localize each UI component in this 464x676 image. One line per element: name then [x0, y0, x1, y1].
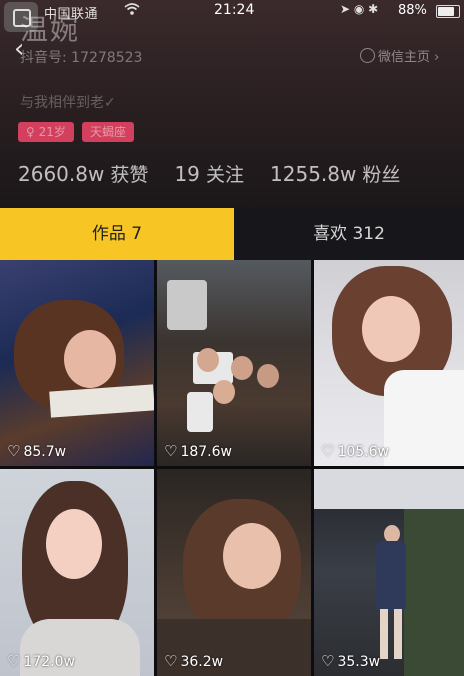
- video-thumbnail[interactable]: ♡ 85.7w: [0, 260, 154, 466]
- video-like-count: ♡ 105.6w: [321, 442, 389, 460]
- like-count-label: 187.6w: [180, 444, 232, 460]
- video-like-count: ♡ 172.0w: [7, 652, 75, 670]
- heart-icon: ♡: [164, 652, 178, 670]
- like-count-label: 35.3w: [337, 654, 381, 670]
- wifi-icon: [124, 2, 140, 20]
- video-thumbnail[interactable]: ♡ 187.6w: [157, 260, 311, 466]
- video-thumbnail[interactable]: ♡ 172.0w: [0, 469, 154, 676]
- douyin-id: 抖音号: 17278523: [20, 50, 143, 66]
- profile-tabs: 作品 7 喜欢 312: [0, 208, 464, 260]
- heart-icon: ♡: [7, 442, 21, 460]
- heart-icon: ♡: [321, 442, 335, 460]
- profile-signature: 与我相伴到老✓: [20, 95, 116, 111]
- like-count-label: 85.7w: [23, 444, 67, 460]
- profile-screen: 中国联通 21:24 ➤ ◉ ✱ 88% 温婉 ‹ 抖音号: 17278523 …: [0, 0, 464, 676]
- video-thumbnail[interactable]: ♡ 35.3w: [314, 469, 464, 676]
- heart-icon: ♡: [321, 652, 335, 670]
- stat-label: 粉丝: [362, 164, 401, 186]
- gender-age-tag: ♀ 21岁: [18, 122, 74, 142]
- video-like-count: ♡ 36.2w: [164, 652, 223, 670]
- video-like-count: ♡ 187.6w: [164, 442, 232, 460]
- profile-header: 中国联通 21:24 ➤ ◉ ✱ 88% 温婉 ‹ 抖音号: 17278523 …: [0, 0, 464, 208]
- battery-percent: 88%: [398, 3, 427, 18]
- like-count-label: 36.2w: [180, 654, 224, 670]
- zodiac-tag: 天蝎座: [82, 122, 135, 142]
- stat-value: 19: [174, 162, 200, 186]
- video-grid: ♡ 85.7w ♡ 187.6w ♡ 105.6w ♡ 172.0w ♡ 36.…: [0, 260, 464, 676]
- tab-likes[interactable]: 喜欢 312: [234, 208, 464, 260]
- like-count-label: 105.6w: [337, 444, 389, 460]
- following-stat[interactable]: 19 关注: [174, 162, 244, 186]
- likes-received-stat[interactable]: 2660.8w 获赞: [18, 162, 149, 186]
- video-like-count: ♡ 85.7w: [7, 442, 66, 460]
- stat-label: 获赞: [110, 164, 149, 186]
- tab-works[interactable]: 作品 7: [0, 208, 234, 260]
- wechat-link-label: 微信主页 ›: [378, 50, 440, 65]
- stat-value: 2660.8w: [18, 162, 105, 186]
- wechat-homepage-link[interactable]: 微信主页 ›: [360, 46, 439, 65]
- profile-stats: 2660.8w 获赞 19 关注 1255.8w 粉丝: [18, 160, 420, 187]
- battery-icon: [436, 5, 460, 18]
- video-thumbnail[interactable]: ♡ 105.6w: [314, 260, 464, 466]
- wechat-icon: [360, 48, 375, 63]
- stat-value: 1255.8w: [270, 162, 357, 186]
- heart-icon: ♡: [7, 652, 21, 670]
- heart-icon: ♡: [164, 442, 178, 460]
- location-icon: ➤ ◉ ✱: [340, 2, 379, 16]
- clock: 21:24: [214, 2, 255, 18]
- like-count-label: 172.0w: [23, 654, 75, 670]
- followers-stat[interactable]: 1255.8w 粉丝: [270, 162, 401, 186]
- video-like-count: ♡ 35.3w: [321, 652, 380, 670]
- stat-label: 关注: [205, 164, 244, 186]
- video-thumbnail[interactable]: ♡ 36.2w: [157, 469, 311, 676]
